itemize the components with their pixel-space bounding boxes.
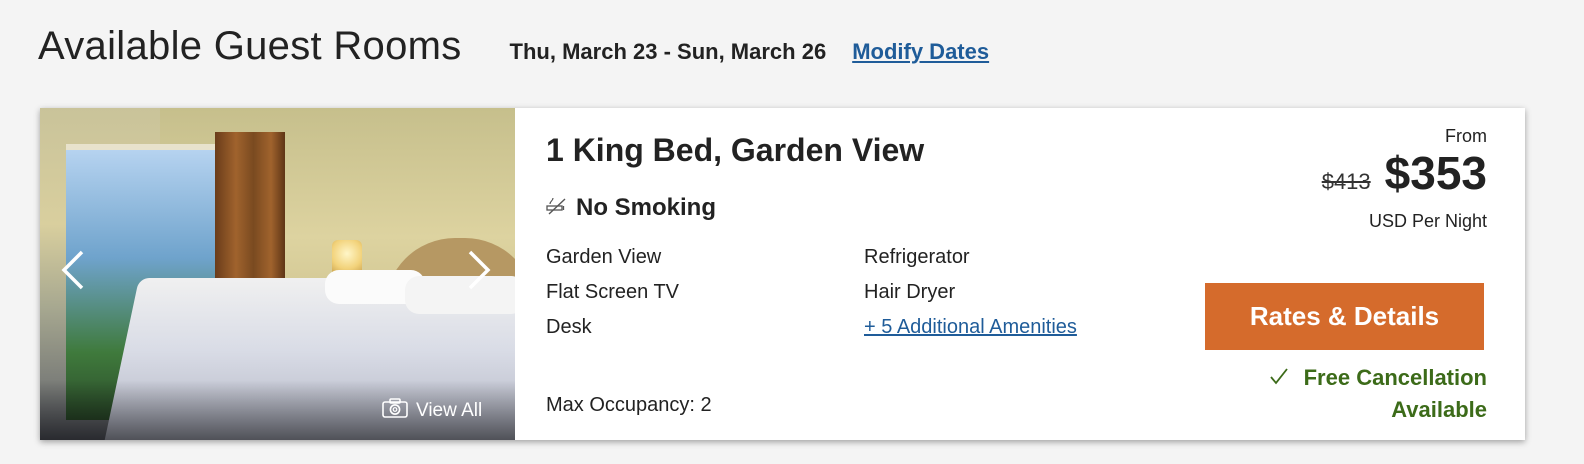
amenity-item: Refrigerator [864,246,970,268]
view-all-label: View All [416,400,483,421]
no-smoking-icon [546,194,576,222]
additional-amenities-link[interactable]: + 5 Additional Amenities [864,316,1077,339]
smoking-label: No Smoking [576,194,717,221]
room-name: 1 King Bed, Garden View [546,132,925,168]
amenity-item: Desk [546,316,592,338]
amenity-item: Flat Screen TV [546,281,680,303]
free-cancellation-line2: Available [1391,397,1487,422]
chevron-right-icon[interactable] [464,248,494,292]
view-all-photos-button[interactable]: View All [382,398,482,424]
page-title: Available Guest Rooms [38,24,462,68]
free-cancellation-line1: Free Cancellation [1303,365,1487,390]
from-label: From [1445,126,1487,146]
checkmark-icon [1269,365,1295,390]
smoking-policy: No Smoking [546,194,716,222]
price-unit: USD Per Night [1368,211,1487,231]
free-cancellation: Free Cancellation Available [1269,362,1487,426]
room-card: View All 1 King Bed, Garden View No Smok… [40,108,1525,440]
price-block: From $413 $353 USD Per Night [1322,126,1487,232]
amenity-item: Garden View [546,246,662,268]
max-occupancy: Max Occupancy: 2 [546,394,712,416]
price-row: $413 $353 [1322,147,1487,199]
camera-icon [382,398,416,424]
date-range: Thu, March 23 - Sun, March 26 [509,39,827,64]
room-details: 1 King Bed, Garden View No Smoking Garde… [515,108,1525,440]
room-photo-carousel[interactable]: View All [40,108,515,440]
modify-dates-link[interactable]: Modify Dates [852,39,989,65]
page-header: Available Guest Rooms Thu, March 23 - Su… [38,24,989,74]
rates-details-button[interactable]: Rates & Details [1205,283,1484,350]
current-price: $353 [1384,147,1487,199]
original-price: $413 [1321,169,1371,194]
amenity-item: Hair Dryer [864,281,956,303]
chevron-left-icon[interactable] [58,248,88,292]
